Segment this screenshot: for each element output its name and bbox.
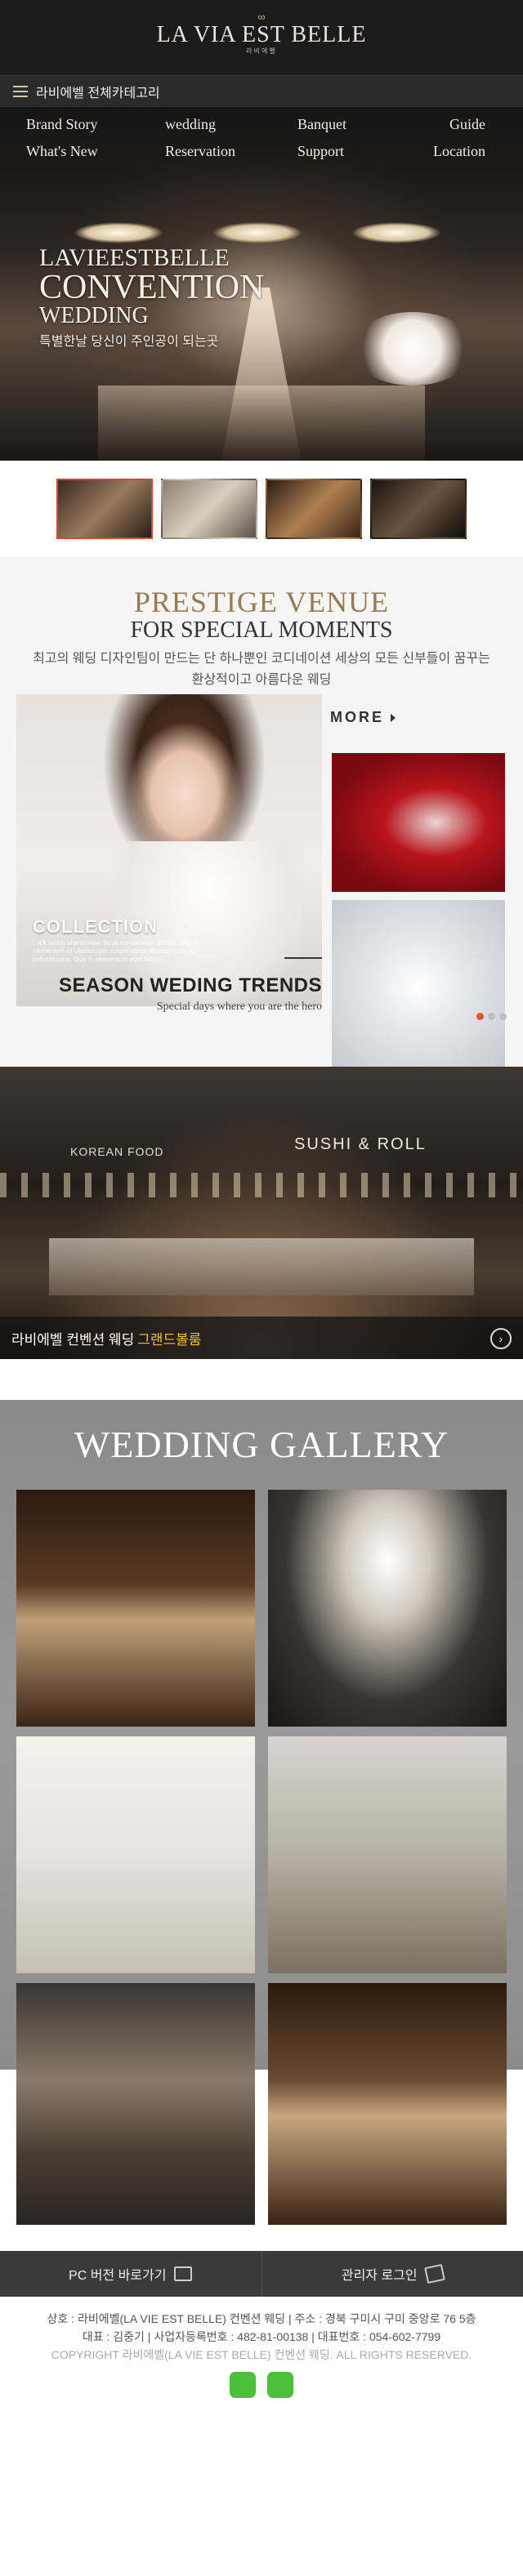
- admin-login-button[interactable]: 관리자 로그인: [261, 2251, 523, 2297]
- gallery-image[interactable]: [16, 1490, 255, 1727]
- logo-text: LA VIA EST BELLE: [156, 22, 367, 47]
- hero-thumbnails: [0, 461, 523, 557]
- wedding-gallery: WEDDING GALLERY: [0, 1400, 523, 2225]
- collection-label: COLLECTION: [33, 916, 158, 937]
- buffet-counter: [49, 1238, 474, 1295]
- sushi-roll-sign: SUSHI & ROLL: [294, 1135, 427, 1153]
- pc-version-label: PC 버전 바로가기: [69, 2269, 167, 2283]
- hero-thumbnail[interactable]: [266, 479, 362, 539]
- description-line: 환상적이고 아름다운 웨딩: [191, 673, 332, 687]
- hero-line-2: CONVENTION: [39, 269, 265, 306]
- footer-copyright: COPYRIGHT 라비에벨(LA VIE EST BELLE) 컨벤션 웨딩.…: [51, 2348, 472, 2361]
- hero-slider: Brand Story wedding Banquet Guide What's…: [0, 108, 523, 461]
- caption-text: 라비에벨 컨벤션 웨딩: [11, 1331, 135, 1348]
- ring-image[interactable]: [332, 753, 505, 892]
- divider: [284, 957, 322, 959]
- rings-icon: ∞: [257, 11, 266, 23]
- slider-dot[interactable]: [499, 1013, 507, 1020]
- korean-food-sign: KOREAN FOOD: [70, 1145, 164, 1158]
- nav-support[interactable]: Support: [262, 138, 392, 165]
- caption-highlight: 그랜드볼룸: [137, 1331, 202, 1348]
- gallery-image[interactable]: [268, 1490, 507, 1727]
- site-footer: 상호 : 라비에벨(LA VIE EST BELLE) 컨벤션 웨딩 | 주소 …: [0, 2297, 523, 2432]
- flower-arrangement-image: [351, 312, 474, 386]
- nav-wedding[interactable]: wedding: [131, 111, 262, 138]
- nav-reservation[interactable]: Reservation: [131, 138, 262, 165]
- season-subtitle: Special days where you are the hero: [156, 1001, 322, 1013]
- season-trends: SEASON WEDING TRENDS Special days where …: [16, 957, 322, 1014]
- hero-thumbnail[interactable]: [370, 479, 467, 539]
- shoes-image[interactable]: [332, 900, 505, 1072]
- buffet-image[interactable]: KOREAN FOOD SUSHI & ROLL 라비에벨 컨벤션 웨딩 그랜드…: [0, 1067, 523, 1359]
- blog-icon[interactable]: [230, 2372, 256, 2398]
- prestige-section: PRESTIGE VENUE FOR SPECIAL MOMENTS 최고의 웨…: [0, 557, 523, 1072]
- gallery-image[interactable]: [268, 1736, 507, 1973]
- logo-subtext: 라비에벨: [246, 47, 277, 55]
- admin-login-label: 관리자 로그인: [341, 2269, 418, 2283]
- hero-thumbnail[interactable]: [56, 479, 153, 539]
- category-menu-label: 라비에벨 전체카테고리: [36, 87, 160, 100]
- footer-buttons: PC 버전 바로가기 관리자 로그인: [0, 2251, 523, 2297]
- monitor-icon: [174, 2266, 193, 2281]
- footer-business-info: 대표 : 김중기 | 사업자등록번호 : 482-81-00138 | 대표번호…: [82, 2330, 441, 2343]
- gallery-title: WEDDING GALLERY: [74, 1424, 449, 1465]
- nav-guide[interactable]: Guide: [392, 111, 523, 138]
- edit-icon: [423, 2263, 445, 2284]
- main-nav: Brand Story wedding Banquet Guide What's…: [0, 108, 523, 168]
- nav-whats-new[interactable]: What's New: [0, 138, 131, 165]
- logo[interactable]: ∞ LA VIA EST BELLE 라비에벨: [0, 11, 523, 56]
- chandelier-image: [351, 222, 441, 243]
- chandelier-image: [212, 222, 302, 243]
- sns-links: [0, 2372, 523, 2398]
- talk-icon[interactable]: [267, 2372, 293, 2398]
- section-title: PRESTIGE VENUE: [133, 586, 390, 618]
- nav-location[interactable]: Location: [392, 138, 523, 165]
- stage-image: [98, 386, 425, 461]
- nav-banquet[interactable]: Banquet: [262, 111, 392, 138]
- hero-thumbnail[interactable]: [161, 479, 257, 539]
- chevron-right-icon[interactable]: ›: [490, 1328, 512, 1349]
- buffet-caption: 라비에벨 컨벤션 웨딩 그랜드볼룸: [0, 1317, 523, 1359]
- more-link[interactable]: MORE: [330, 709, 396, 726]
- slider-dot-active[interactable]: [476, 1013, 484, 1020]
- hero-tagline: 특별한날 당신이 주인공이 되는곳: [39, 335, 219, 349]
- hamburger-icon[interactable]: [13, 86, 28, 97]
- gallery-image[interactable]: [16, 1983, 255, 2225]
- slider-dots: [476, 1013, 507, 1020]
- category-menu-bar[interactable]: 라비에벨 전체카테고리: [0, 75, 523, 108]
- section-subtitle: FOR SPECIAL MOMENTS: [130, 617, 393, 643]
- gallery-image[interactable]: [16, 1736, 255, 1973]
- more-label: MORE: [330, 709, 384, 725]
- arrow-right-icon: [391, 713, 396, 722]
- season-title: SEASON WEDING TRENDS: [58, 974, 322, 996]
- pc-version-button[interactable]: PC 버전 바로가기: [0, 2251, 262, 2297]
- description-line: 최고의 웨딩 디자인팀이 만드는 단 하나뿐인 코디네이션 세상의 모든 신부들…: [33, 652, 490, 666]
- ceiling-lights: [0, 1173, 523, 1197]
- hero-title: LAVIEESTBELLE CONVENTION WEDDING 특별한날 당신…: [39, 245, 264, 353]
- footer-company-info: 상호 : 라비에벨(LA VIE EST BELLE) 컨벤션 웨딩 | 주소 …: [47, 2312, 476, 2325]
- hero-line-1: LAVIEESTBELLE: [39, 244, 230, 271]
- hero-line-3: WEDDING: [39, 303, 149, 328]
- chandelier-image: [74, 222, 163, 243]
- site-header: ∞ LA VIA EST BELLE 라비에벨: [0, 0, 523, 75]
- nav-brand-story[interactable]: Brand Story: [0, 111, 131, 138]
- section-description: 최고의 웨딩 디자인팀이 만드는 단 하나뿐인 코디네이션 세상의 모든 신부들…: [0, 648, 523, 691]
- slider-dot[interactable]: [488, 1013, 495, 1020]
- gallery-image[interactable]: [268, 1983, 507, 2225]
